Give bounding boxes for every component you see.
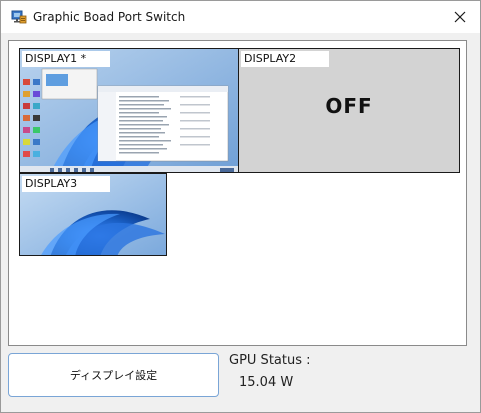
display-settings-button[interactable]: ディスプレイ設定 (8, 353, 219, 397)
display-1-screen-preview (20, 49, 238, 172)
title-bar[interactable]: Graphic Boad Port Switch (1, 1, 480, 33)
display-2-label: DISPLAY2 (241, 51, 329, 67)
display-layout-panel: DISPLAY1 * DISPLAY2 OFF DISPLAY3 (8, 40, 467, 346)
display-3-label: DISPLAY3 (22, 176, 110, 192)
window-title: Graphic Boad Port Switch (33, 10, 186, 24)
close-button[interactable] (448, 5, 472, 29)
display-2-thumbnail[interactable]: DISPLAY2 OFF (239, 48, 460, 173)
close-icon[interactable] (454, 11, 466, 23)
display-3-thumbnail[interactable]: DISPLAY3 (19, 173, 167, 256)
app-window: Graphic Boad Port Switch DISPLAY1 * DISP… (0, 0, 481, 413)
gpu-status-value: 15.04 W (239, 375, 294, 390)
display-1-thumbnail[interactable]: DISPLAY1 * (19, 48, 239, 173)
display-2-off-indicator: OFF (325, 94, 373, 118)
gpu-status-label: GPU Status : (229, 353, 311, 368)
monitor-switch-icon (11, 9, 27, 25)
display-1-label: DISPLAY1 * (22, 51, 110, 67)
